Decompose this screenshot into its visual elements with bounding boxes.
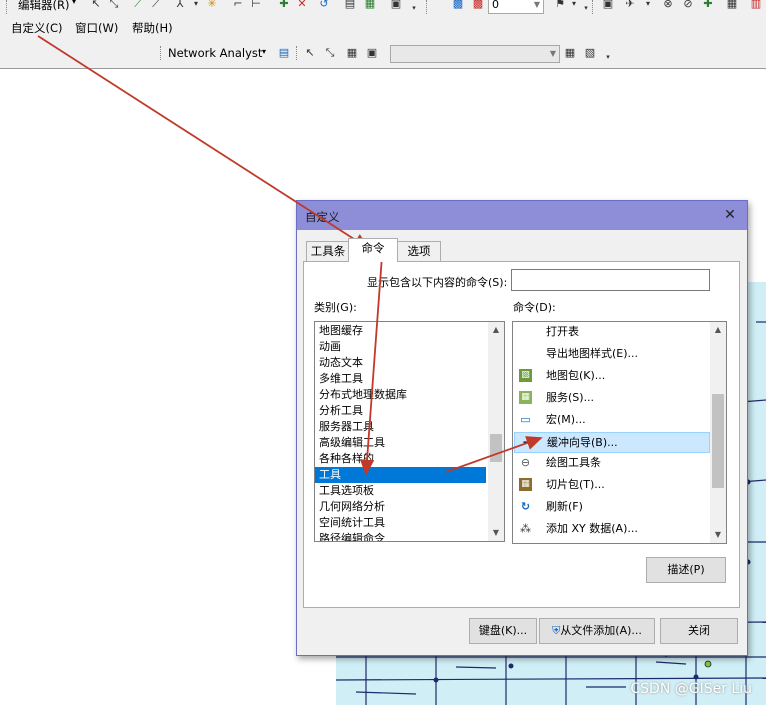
arrow-menu-to-commands-tab: [37, 35, 370, 249]
arrow-category-to-buffer-command: [445, 436, 543, 473]
watermark-text: CSDN @GISer Liu: [630, 681, 752, 697]
tab-commands[interactable]: 命令: [348, 238, 398, 262]
arrow-tab-to-tools-category: [359, 255, 383, 476]
annotation-arrows: [37, 35, 543, 476]
tab-label: 命令: [361, 241, 385, 255]
